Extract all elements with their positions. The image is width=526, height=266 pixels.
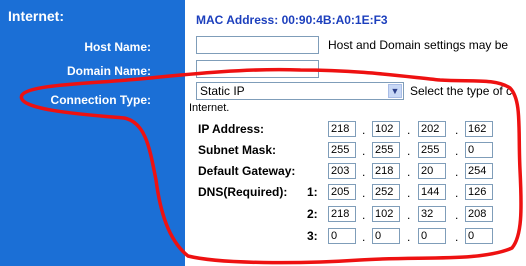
dot: . [362,230,366,244]
dns1-octet-4[interactable]: 126 [465,184,493,200]
host-domain-hint: Host and Domain settings may be [328,38,509,52]
dns3-octet-3[interactable]: 0 [418,228,446,244]
dot: . [407,144,411,158]
dns2-octet-1[interactable]: 218 [328,206,356,222]
dot: . [362,144,366,158]
dns1-octet-3[interactable]: 144 [418,184,446,200]
gateway-octet-4[interactable]: 254 [465,163,493,179]
default-gateway-label: Default Gateway: [198,164,296,178]
connection-type-hint: Select the type of c [410,84,513,98]
dot: . [455,144,459,158]
mask-octet-3[interactable]: 255 [418,142,446,158]
dot: . [407,186,411,200]
gateway-octet-1[interactable]: 203 [328,163,356,179]
gateway-octet-3[interactable]: 20 [418,163,446,179]
connection-type-value: Static IP [200,84,245,98]
mask-octet-1[interactable]: 255 [328,142,356,158]
ip-address-label: IP Address: [198,122,265,136]
ip-octet-1[interactable]: 218 [328,121,356,137]
mac-address: MAC Address: 00:90:4B:A0:1E:F3 [196,13,388,27]
dns3-octet-1[interactable]: 0 [328,228,356,244]
ip-octet-3[interactable]: 202 [418,121,446,137]
internet-note: Internet. [189,102,230,114]
dns2-index: 2: [307,207,318,221]
chevron-down-icon[interactable]: ▼ [388,84,402,98]
settings-panel: MAC Address: 00:90:4B:A0:1E:F3 Host and … [186,0,526,266]
dot: . [362,186,366,200]
dns-label: DNS(Required): [198,185,288,199]
dot: . [455,186,459,200]
host-name-input[interactable] [196,36,319,54]
dot: . [407,165,411,179]
dot: . [455,123,459,137]
mask-octet-4[interactable]: 0 [465,142,493,158]
domain-name-input[interactable] [196,60,319,78]
dot: . [362,208,366,222]
dot: . [455,208,459,222]
dns3-octet-2[interactable]: 0 [372,228,400,244]
subnet-mask-label: Subnet Mask: [198,143,277,157]
dns1-index: 1: [307,185,318,199]
gateway-octet-2[interactable]: 218 [372,163,400,179]
sidebar: Internet: Host Name: Domain Name: Connec… [0,0,185,266]
dot: . [455,230,459,244]
dot: . [362,165,366,179]
dns1-octet-2[interactable]: 252 [372,184,400,200]
ip-octet-2[interactable]: 102 [372,121,400,137]
dns3-index: 3: [307,229,318,243]
dns3-octet-4[interactable]: 0 [465,228,493,244]
dot: . [407,230,411,244]
mask-octet-2[interactable]: 255 [372,142,400,158]
host-name-label: Host Name: [84,40,151,54]
dot: . [362,123,366,137]
section-title: Internet: [8,8,64,24]
ip-octet-4[interactable]: 162 [465,121,493,137]
dns2-octet-3[interactable]: 32 [418,206,446,222]
connection-type-select[interactable]: Static IP ▼ [196,82,404,100]
dns2-octet-2[interactable]: 102 [372,206,400,222]
dot: . [407,208,411,222]
dot: . [407,123,411,137]
dns1-octet-1[interactable]: 205 [328,184,356,200]
dns2-octet-4[interactable]: 208 [465,206,493,222]
dot: . [455,165,459,179]
domain-name-label: Domain Name: [66,64,151,78]
connection-type-label: Connection Type: [50,93,151,107]
